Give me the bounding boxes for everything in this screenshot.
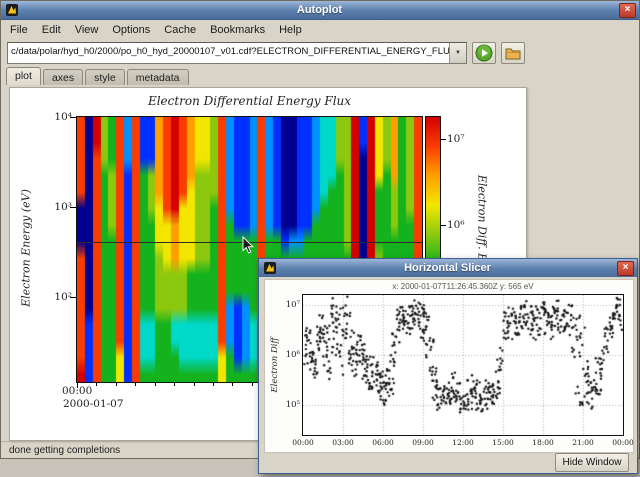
slicer-window: Horizontal Slicer × x: 2000-01-07T11:26:…	[258, 258, 638, 474]
slicer-plot-frame	[302, 294, 624, 436]
menu-item-bookmarks[interactable]: Bookmarks	[203, 22, 272, 38]
slicer-x-tick-label: 03:00	[329, 438, 357, 447]
y-tick-label: 10²	[44, 291, 72, 303]
tick-mark	[96, 383, 97, 386]
hide-window-button[interactable]: Hide Window	[555, 453, 629, 472]
address-bar: c/data/polar/hyd_h0/2000/po_h0_hyd_20000…	[1, 40, 639, 66]
play-icon	[475, 44, 493, 62]
close-icon: ×	[625, 5, 631, 15]
tab-strip: plot axes style metadata	[1, 66, 639, 87]
slicer-annotation: x: 2000-01-07T11:26:45.360Z y: 565 eV	[303, 282, 623, 291]
slicer-window-title: Horizontal Slicer	[278, 259, 617, 277]
slicer-content: x: 2000-01-07T11:26:45.360Z y: 565 eV El…	[259, 277, 637, 473]
tick-mark	[441, 139, 446, 140]
tab-axes[interactable]: axes	[43, 69, 83, 86]
slicer-x-tick-label: 06:00	[369, 438, 397, 447]
tick-mark	[252, 383, 253, 386]
window-title: Autoplot	[20, 1, 619, 19]
tick-mark	[155, 383, 156, 386]
plot-title: Electron Differential Energy Flux	[77, 94, 422, 108]
slicer-y-tick-label: 10⁵	[279, 400, 300, 410]
tab-style[interactable]: style	[85, 69, 125, 86]
colorbar-tick-label: 10⁶	[447, 219, 473, 231]
plot-go-button[interactable]	[472, 42, 496, 64]
menu-item-help[interactable]: Help	[272, 22, 309, 38]
slicer-y-tick-label: 10⁷	[279, 300, 300, 310]
menu-item-view[interactable]: View	[68, 22, 106, 38]
tick-mark	[70, 117, 76, 118]
y-tick-label: 10⁴	[44, 111, 72, 123]
x-axis-date: 2000-01-07	[63, 398, 124, 410]
autoplot-icon	[6, 4, 18, 16]
slicer-canvas[interactable]	[303, 295, 623, 435]
tick-mark	[70, 207, 76, 208]
tab-plot[interactable]: plot	[6, 67, 41, 87]
tick-mark	[116, 383, 117, 386]
close-button[interactable]: ×	[619, 3, 636, 18]
desktop: Autoplot × File Edit View Options Cache …	[0, 0, 640, 477]
main-titlebar[interactable]: Autoplot ×	[1, 1, 639, 20]
menu-item-options[interactable]: Options	[105, 22, 157, 38]
autoplot-icon	[264, 262, 276, 274]
slicer-x-tick-label: 00:00	[289, 438, 317, 447]
tick-mark	[77, 383, 78, 388]
tick-mark	[441, 225, 446, 226]
slicer-x-tick-label: 09:00	[409, 438, 437, 447]
slicer-y-tick-label: 10⁶	[279, 350, 300, 360]
slicer-x-tick-label: 21:00	[569, 438, 597, 447]
combo-dropdown-button[interactable]: ▼	[449, 43, 466, 63]
tick-mark	[194, 383, 195, 386]
address-combobox[interactable]: c/data/polar/hyd_h0/2000/po_h0_hyd_20000…	[7, 42, 467, 64]
open-file-button[interactable]	[501, 42, 525, 64]
tick-mark	[174, 383, 175, 386]
status-text: done getting completions	[9, 445, 120, 456]
slicer-titlebar[interactable]: Horizontal Slicer ×	[259, 259, 637, 278]
menu-item-file[interactable]: File	[3, 22, 35, 38]
y-axis-label: Electron Energy (eV)	[20, 189, 33, 307]
slicer-x-tick-label: 12:00	[449, 438, 477, 447]
slicer-x-tick-label: 00:00	[609, 438, 637, 447]
folder-icon	[505, 47, 521, 60]
menu-item-edit[interactable]: Edit	[35, 22, 68, 38]
slicer-x-tick-label: 18:00	[529, 438, 557, 447]
slicer-y-axis-label: Electron Diff	[270, 337, 280, 392]
slicer-close-button[interactable]: ×	[617, 261, 634, 276]
y-tick-label: 10³	[44, 201, 72, 213]
chevron-down-icon: ▼	[455, 50, 461, 56]
menu-item-cache[interactable]: Cache	[157, 22, 203, 38]
address-input[interactable]: c/data/polar/hyd_h0/2000/po_h0_hyd_20000…	[8, 43, 449, 63]
menubar: File Edit View Options Cache Bookmarks H…	[1, 20, 639, 40]
tick-mark	[213, 383, 214, 386]
tick-mark	[70, 297, 76, 298]
mouse-cursor	[242, 236, 255, 255]
slicer-x-tick-label: 15:00	[489, 438, 517, 447]
tick-mark	[232, 383, 233, 386]
colorbar-tick-label: 10⁷	[447, 133, 473, 145]
tick-mark	[135, 383, 136, 386]
close-icon: ×	[623, 263, 629, 273]
tab-metadata[interactable]: metadata	[127, 69, 189, 86]
